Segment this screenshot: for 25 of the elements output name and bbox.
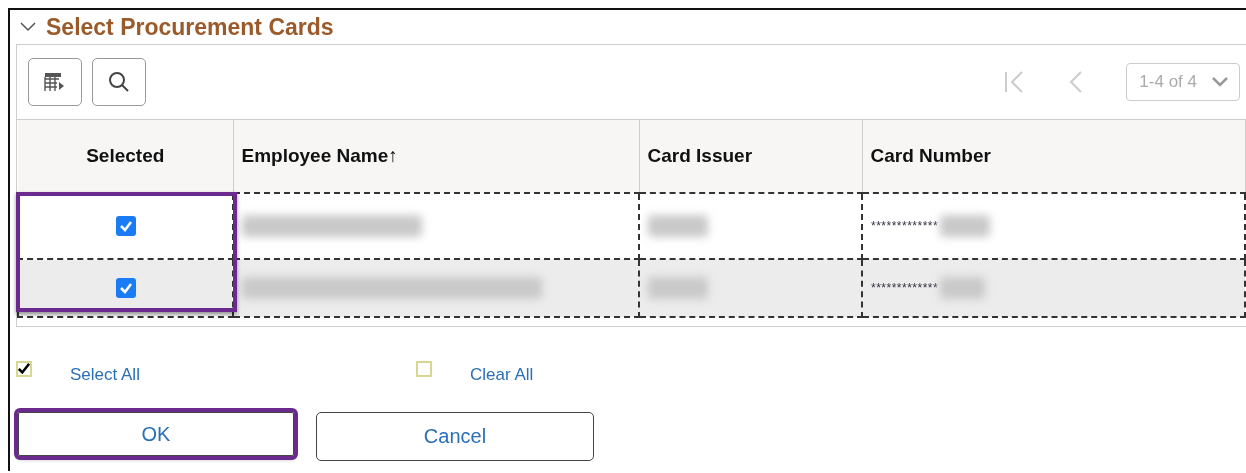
search-button[interactable]	[92, 58, 146, 106]
table-icon	[44, 72, 66, 92]
redacted-digits	[940, 277, 986, 299]
card-number: *************	[871, 281, 939, 295]
redacted-digits	[940, 215, 991, 237]
card-number: *************	[871, 219, 939, 233]
section-title: Select Procurement Cards	[46, 13, 334, 41]
column-header[interactable]: Card Number	[862, 120, 1245, 193]
redacted-issuer	[648, 215, 708, 237]
column-header[interactable]: Selected	[18, 120, 233, 193]
link-checkbox[interactable]	[416, 361, 432, 377]
row-checkbox[interactable]	[115, 216, 136, 236]
column-header[interactable]: Employee Name↑	[233, 120, 639, 193]
clear-all-link[interactable]: Clear All	[470, 365, 534, 385]
cancel-button[interactable]: Cancel	[316, 412, 594, 461]
row-checkbox[interactable]	[115, 278, 136, 298]
select-all-link[interactable]: Select All	[70, 365, 140, 385]
search-icon	[107, 70, 131, 94]
checkmark-icon	[18, 362, 30, 376]
link-checkbox[interactable]	[16, 361, 32, 377]
caret-icon	[1211, 76, 1229, 88]
chevron-icon[interactable]	[20, 22, 36, 32]
grid-personalize-button[interactable]	[28, 58, 82, 106]
column-header[interactable]: Card Issuer	[639, 120, 862, 193]
redacted-issuer	[648, 277, 708, 299]
